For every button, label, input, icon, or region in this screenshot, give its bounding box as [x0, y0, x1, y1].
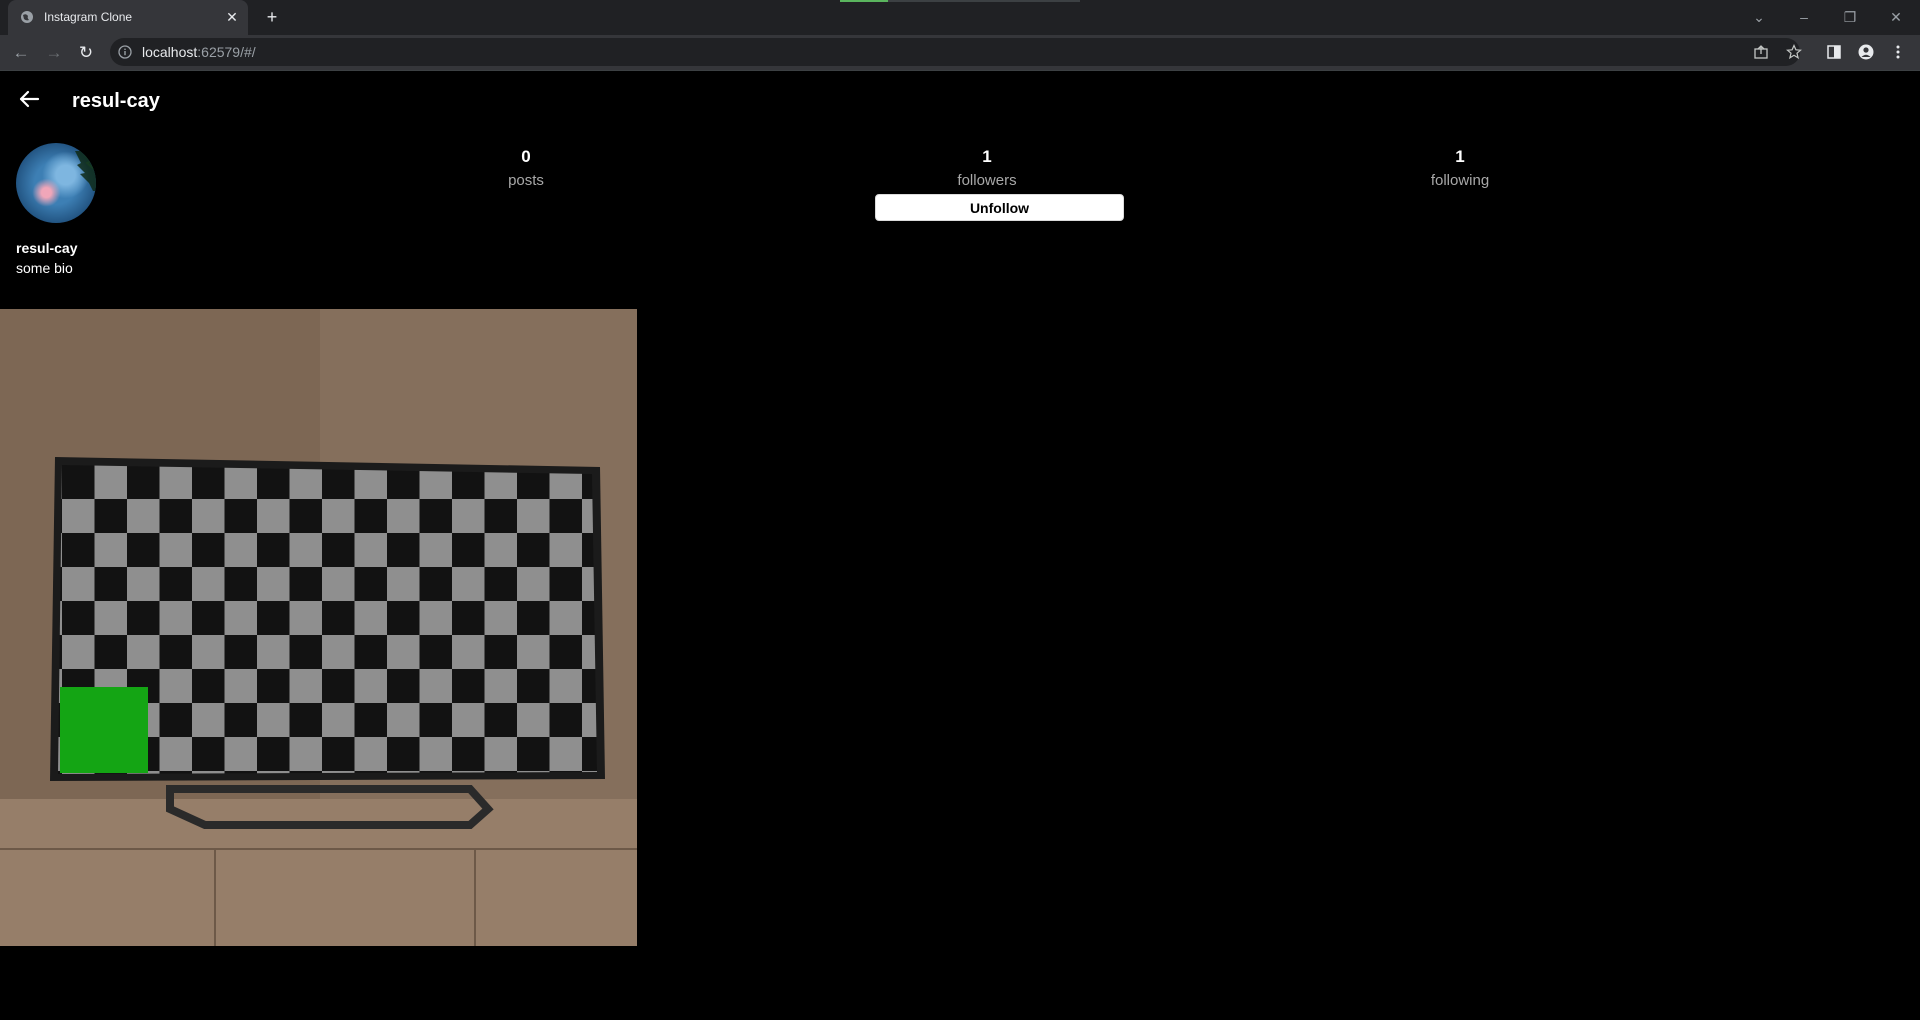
- avatar-foliage: [75, 151, 96, 191]
- stat-posts-count: 0: [521, 147, 531, 166]
- stat-followers[interactable]: 1 followers: [917, 147, 1057, 192]
- share-icon[interactable]: [1753, 44, 1769, 60]
- url-path: :62579/#/: [197, 44, 256, 60]
- browser-tab[interactable]: Instagram Clone ✕: [8, 0, 248, 35]
- restore-icon[interactable]: ❐: [1839, 6, 1861, 28]
- post-thumbnail[interactable]: [0, 309, 637, 946]
- more-menu-icon[interactable]: [1890, 44, 1906, 60]
- stat-followers-count: 1: [982, 147, 992, 166]
- forward-nav-icon[interactable]: →: [43, 43, 65, 63]
- profile-bio: some bio: [16, 260, 73, 276]
- globe-icon: [21, 11, 33, 23]
- bookmark-star-icon[interactable]: [1786, 44, 1802, 60]
- reload-icon[interactable]: ↻: [75, 43, 97, 63]
- stat-following-count: 1: [1455, 147, 1465, 166]
- side-panel-icon[interactable]: [1826, 44, 1842, 60]
- info-icon[interactable]: [118, 45, 132, 59]
- back-nav-icon[interactable]: ←: [10, 43, 32, 63]
- new-tab-icon[interactable]: +: [262, 8, 282, 28]
- tab-search-icon[interactable]: ⌄: [1748, 6, 1770, 28]
- stat-followers-label: followers: [957, 172, 1017, 189]
- profile-icon[interactable]: [1858, 44, 1874, 60]
- stat-posts-label: posts: [508, 172, 544, 189]
- stat-posts[interactable]: 0 posts: [456, 147, 596, 192]
- tab-title: Instagram Clone: [44, 10, 133, 24]
- page-title: resul-cay: [72, 90, 160, 112]
- window-close-icon[interactable]: ✕: [1885, 6, 1907, 28]
- loading-bar-fill: [840, 0, 888, 2]
- divider: [0, 70, 1920, 71]
- minimize-icon[interactable]: –: [1793, 6, 1815, 28]
- avatar[interactable]: [16, 143, 96, 223]
- browser-tab-strip: [0, 0, 1920, 35]
- unfollow-button[interactable]: Unfollow: [875, 194, 1124, 221]
- profile-name: resul-cay: [16, 240, 78, 256]
- stat-following[interactable]: 1 following: [1390, 147, 1530, 192]
- stat-following-label: following: [1430, 172, 1490, 189]
- url-text[interactable]: localhost:62579/#/: [142, 38, 256, 66]
- url-host: localhost: [142, 44, 198, 60]
- close-icon[interactable]: ✕: [224, 9, 240, 25]
- arrow-left-icon[interactable]: [18, 88, 40, 110]
- address-bar[interactable]: [110, 38, 1800, 66]
- post-image: [0, 309, 637, 946]
